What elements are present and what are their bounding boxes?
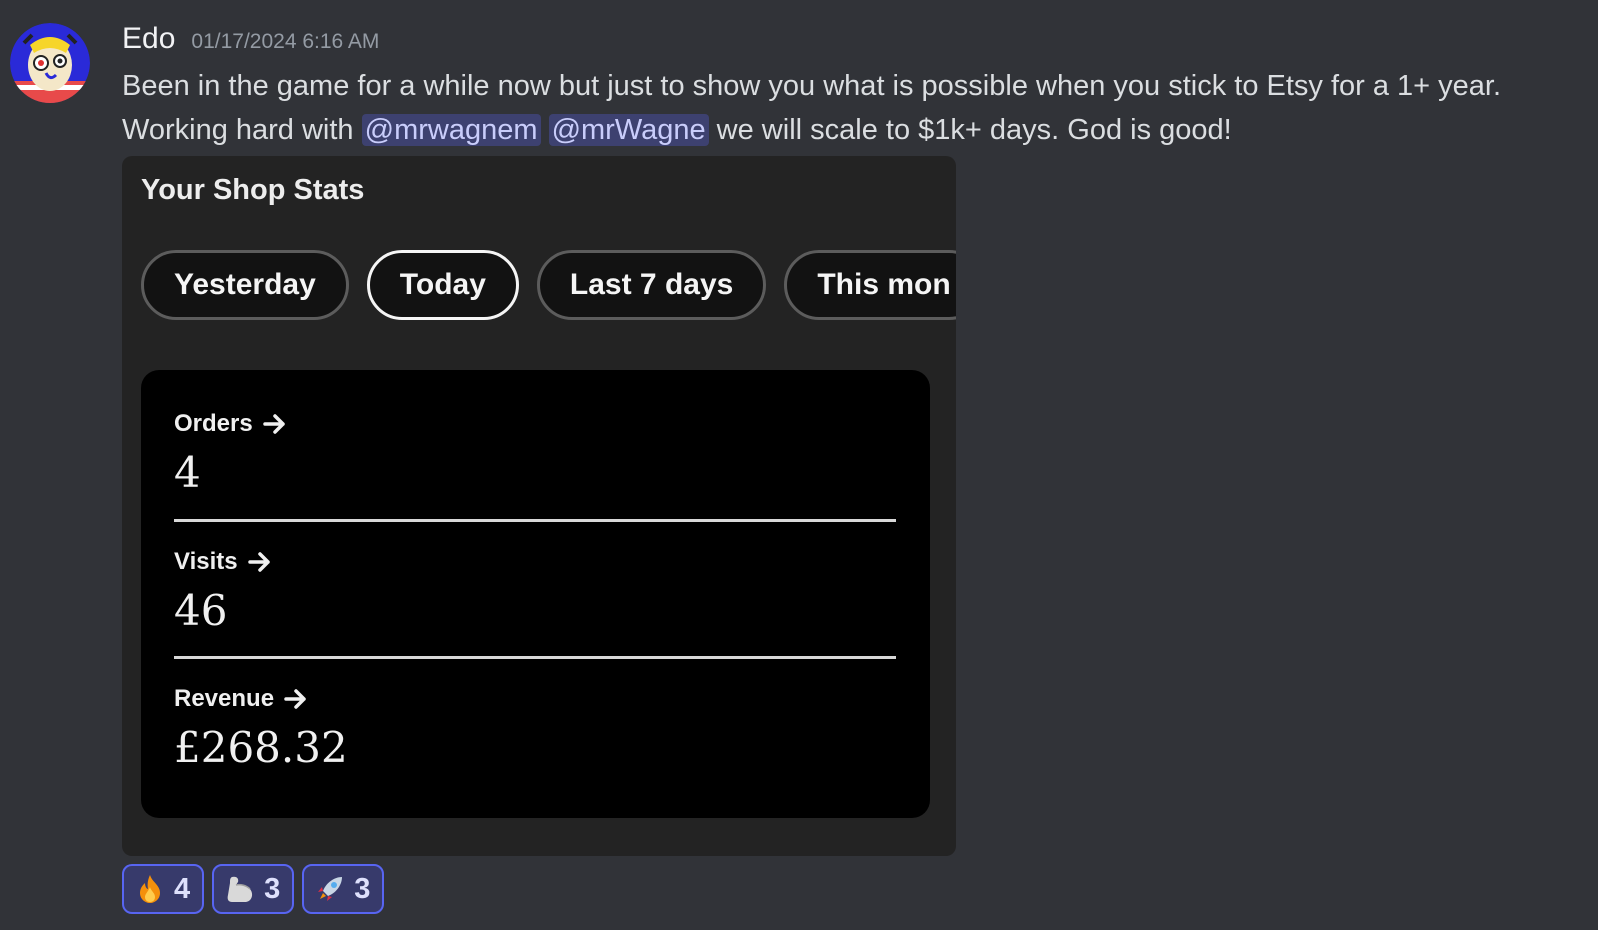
date-range-pills: Yesterday Today Last 7 days This mon <box>141 250 956 320</box>
divider <box>174 519 896 522</box>
reaction-fire[interactable]: 4 <box>122 864 205 914</box>
stat-value: 4 <box>174 448 201 497</box>
stat-value: 46 <box>174 586 228 635</box>
pill-last-7-days: Last 7 days <box>536 250 767 320</box>
stat-label-row: Orders <box>174 410 896 438</box>
mention-mrwagnem[interactable]: @mrwagnem <box>361 114 541 146</box>
reactions-bar: 4 3 3 <box>122 864 385 914</box>
divider <box>174 656 896 659</box>
arrow-right-icon <box>284 689 306 709</box>
shop-stats-title: Your Shop Stats <box>141 174 365 206</box>
stat-label: Revenue <box>174 685 275 712</box>
stats-card: Orders 4 Visits 46 Revenue £268.32 <box>141 370 930 818</box>
avatar-illustration-icon <box>10 23 90 103</box>
message-line-2: Working hard with @mrwagnem @mrWagne we … <box>122 108 1582 152</box>
mention-mrwagne[interactable]: @mrWagne <box>548 114 709 146</box>
stat-label-row: Revenue <box>174 685 896 713</box>
image-attachment[interactable]: Your Shop Stats Yesterday Today Last 7 d… <box>122 156 956 856</box>
stat-visits: Visits 46 <box>174 548 896 635</box>
message-content: Been in the game for a while now but jus… <box>122 64 1582 152</box>
stat-label: Orders <box>174 410 253 437</box>
message-text-after-mentions: we will scale to $1k+ days. God is good! <box>708 114 1232 146</box>
chat-message: Edo 01/17/2024 6:16 AM Been in the game … <box>0 0 1598 930</box>
rocket-icon <box>318 877 343 901</box>
reaction-count: 3 <box>354 872 371 905</box>
pill-yesterday: Yesterday <box>141 250 349 320</box>
reaction-rocket[interactable]: 3 <box>302 864 385 914</box>
user-avatar[interactable] <box>10 23 90 103</box>
pill-today: Today <box>366 250 519 320</box>
username[interactable]: Edo <box>122 22 175 56</box>
flexed-biceps-icon <box>227 876 253 902</box>
stat-orders: Orders 4 <box>174 410 896 497</box>
message-text-before-mentions: Working hard with <box>122 114 362 146</box>
reaction-flexed-biceps[interactable]: 3 <box>212 864 295 914</box>
arrow-right-icon <box>262 414 285 434</box>
message-line-1: Been in the game for a while now but jus… <box>122 70 1502 102</box>
stat-revenue: Revenue £268.32 <box>174 685 896 772</box>
fire-icon <box>140 875 160 903</box>
message-header: Edo 01/17/2024 6:16 AM <box>122 22 379 56</box>
stat-label-row: Visits <box>174 548 896 576</box>
arrow-right-icon <box>247 552 270 572</box>
pill-this-month: This mon <box>784 250 956 320</box>
reaction-count: 4 <box>174 872 191 905</box>
timestamp: 01/17/2024 6:16 AM <box>191 30 380 53</box>
stat-value: £268.32 <box>174 723 348 772</box>
reaction-count: 3 <box>264 872 281 905</box>
stat-label: Visits <box>174 548 238 575</box>
